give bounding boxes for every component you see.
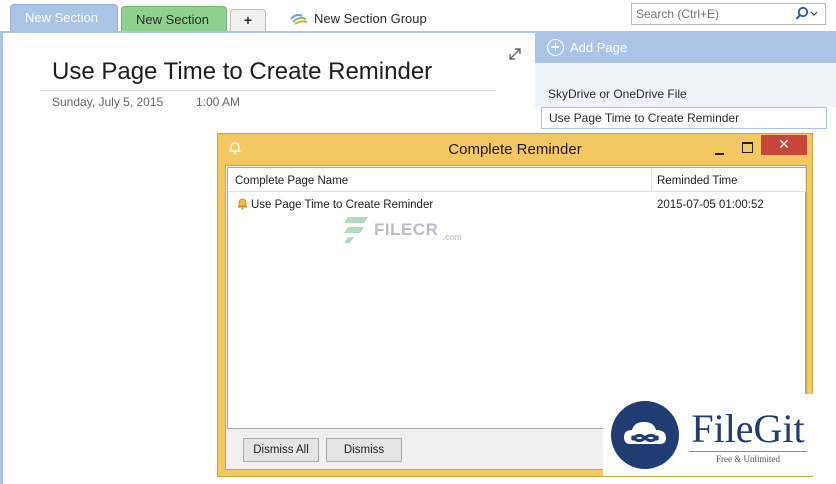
reminder-list[interactable]: Complete Page Name Reminded Time Use Pag… <box>227 167 806 429</box>
add-circle-icon <box>547 38 564 56</box>
filegit-watermark: FileGit Free & Unlimited <box>603 394 827 476</box>
reminder-page-name: Use Page Time to Create Reminder <box>251 199 434 211</box>
list-item[interactable]: Use Page Time to Create Reminder 2015-07… <box>228 194 805 216</box>
filecr-text: FILECR <box>374 220 439 239</box>
tab-new-section-1[interactable]: New Section 1 <box>10 4 118 51</box>
tab-new-section-2[interactable]: New Section 2 <box>121 6 227 53</box>
page-time: 1:00 AM <box>196 95 241 109</box>
column-divider[interactable] <box>651 168 652 192</box>
page-title[interactable]: Use Page Time to Create Reminder <box>52 58 432 86</box>
column-header-reminded-time[interactable]: Reminded Time <box>657 175 738 187</box>
pane-section-label: SkyDrive or OneDrive File <box>548 87 687 101</box>
add-page-label: Add Page <box>570 39 628 55</box>
search-icon[interactable] <box>795 6 819 22</box>
search-box[interactable] <box>631 3 826 25</box>
expand-icon[interactable] <box>508 47 522 61</box>
column-divider[interactable] <box>805 168 806 192</box>
list-header: Complete Page Name Reminded Time <box>228 168 806 192</box>
plus-icon: + <box>243 12 253 28</box>
new-section-group[interactable]: New Section Group <box>290 8 427 28</box>
filecr-watermark: FILECR .com <box>344 215 462 245</box>
dismiss-all-button[interactable]: Dismiss All <box>243 438 319 462</box>
filegit-subtitle: Free & Unlimited <box>689 450 807 464</box>
search-input[interactable] <box>632 4 792 24</box>
filecr-logo-icon <box>344 217 368 243</box>
filegit-title: FileGit <box>691 405 805 451</box>
close-button[interactable]: ✕ <box>761 135 807 155</box>
maximize-button[interactable] <box>737 140 757 156</box>
filegit-logo-icon <box>611 401 679 469</box>
reminder-time: 2015-07-05 01:00:52 <box>657 199 764 211</box>
minimize-button[interactable] <box>710 142 730 158</box>
add-section-button[interactable]: + <box>230 9 266 32</box>
page-date: Sunday, July 5, 2015 <box>52 95 164 109</box>
dismiss-button[interactable]: Dismiss <box>326 438 402 462</box>
filecr-com: .com <box>442 232 462 242</box>
bell-icon <box>237 198 248 210</box>
add-page-button[interactable]: Add Page <box>535 31 836 63</box>
column-header-page-name[interactable]: Complete Page Name <box>235 175 348 187</box>
section-tab-bar: New Section 1 New Section 2 + New Sectio… <box>0 0 836 53</box>
section-group-label: New Section Group <box>314 10 427 26</box>
page-list-item[interactable]: Use Page Time to Create Reminder <box>541 107 827 129</box>
section-group-icon <box>290 11 308 25</box>
title-divider <box>40 90 496 91</box>
